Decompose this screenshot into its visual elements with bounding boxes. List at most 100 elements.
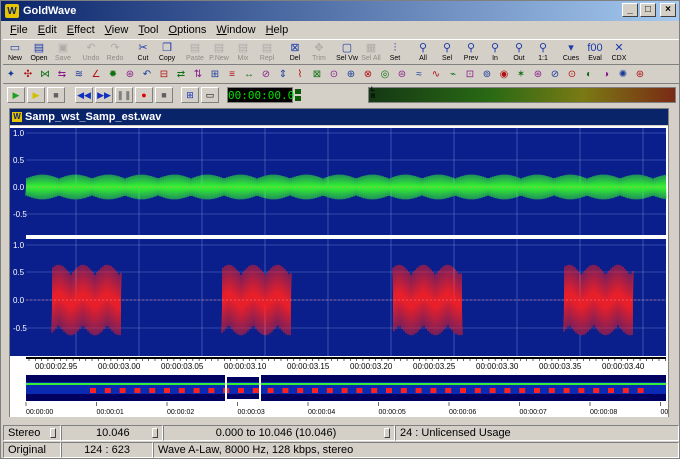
status-selection-knob[interactable]: [383, 428, 390, 438]
toolbar-all-button[interactable]: ⚲ All: [411, 40, 435, 66]
status-channels-knob[interactable]: [50, 428, 56, 438]
effect-6-icon[interactable]: ∠: [88, 67, 104, 83]
menu-help[interactable]: Help: [261, 24, 294, 36]
fast-forward-button[interactable]: ▶▶: [95, 87, 113, 103]
toolbar-cut-button[interactable]: ✂ Cut: [131, 40, 155, 66]
effect-23-icon[interactable]: ◎: [377, 67, 393, 83]
amplitude-label: 1.0: [13, 241, 25, 250]
toolbar-1-1-button[interactable]: ⚲ 1:1: [531, 40, 555, 66]
effect-34-icon[interactable]: ⊙: [564, 67, 580, 83]
effect-4-icon[interactable]: ⇆: [54, 67, 70, 83]
menu-effect[interactable]: Effect: [62, 24, 100, 36]
toolbar-sel-vw-button[interactable]: ▢ Sel Vw: [335, 40, 359, 66]
effect-22-icon[interactable]: ⊗: [360, 67, 376, 83]
effect-20-icon[interactable]: ⊙: [326, 67, 342, 83]
effect-2-icon[interactable]: ✣: [20, 67, 36, 83]
effect-8-icon[interactable]: ⊛: [122, 67, 138, 83]
toolbar-mix-button[interactable]: ▤ Mix: [231, 40, 255, 66]
effect-5-icon[interactable]: ≋: [71, 67, 87, 83]
effect-1-icon[interactable]: ✦: [3, 67, 19, 83]
toolbar-copy-button[interactable]: ❐ Copy: [155, 40, 179, 66]
overview-right-burst: [371, 388, 378, 393]
effect-24-icon[interactable]: ⊜: [394, 67, 410, 83]
toolbar-repl-button[interactable]: ▤ Repl: [255, 40, 279, 66]
status-length-knob[interactable]: [152, 428, 158, 438]
menu-options[interactable]: Options: [164, 24, 212, 36]
effect-13-icon[interactable]: ⊞: [207, 67, 223, 83]
toolbar-cues-button[interactable]: ▾ Cues: [559, 40, 583, 66]
status-selection-value: 0.000 to 10.046 (10.046): [215, 427, 337, 439]
effect-29-icon[interactable]: ⊚: [479, 67, 495, 83]
time-label: 00:00:03.40: [602, 362, 645, 371]
effect-35-icon[interactable]: ◐: [581, 67, 597, 83]
toolbar-p-new-button[interactable]: ▤ P.New: [207, 40, 231, 66]
effect-26-icon[interactable]: ∿: [428, 67, 444, 83]
toolbar-trim-button[interactable]: ✥ Trim: [307, 40, 331, 66]
toolbar-save-button[interactable]: ▣ Save: [51, 40, 75, 66]
effect-11-icon[interactable]: ⇄: [173, 67, 189, 83]
effect-27-icon[interactable]: ⌁: [445, 67, 461, 83]
sound-window-title-bar[interactable]: W Samp_wst_Samp_est.wav: [10, 109, 668, 125]
toolbar-in-button[interactable]: ⚲ In: [483, 40, 507, 66]
menu-window[interactable]: Window: [211, 24, 260, 36]
minimize-button[interactable]: _: [622, 3, 638, 17]
toolbar-redo-button[interactable]: ↷ Redo: [103, 40, 127, 66]
toolbar-set-button[interactable]: ⫶ Set: [383, 40, 407, 66]
toolbar-out-button[interactable]: ⚲ Out: [507, 40, 531, 66]
effect-19-icon[interactable]: ⊠: [309, 67, 325, 83]
effect-21-icon[interactable]: ⊕: [343, 67, 359, 83]
effect-9-icon[interactable]: ↶: [139, 67, 155, 83]
play-selection-icon: ▶: [32, 90, 40, 100]
effect-14-icon[interactable]: ≡: [224, 67, 240, 83]
menu-view[interactable]: View: [100, 24, 134, 36]
menu-file[interactable]: File: [5, 24, 33, 36]
control-properties-button[interactable]: ⊞: [181, 87, 199, 103]
toolbar-sel-all-button[interactable]: ▦ Sel All: [359, 40, 383, 66]
effect-37-icon[interactable]: ✺: [615, 67, 631, 83]
toolbar-button-label: Sel Vw: [336, 55, 358, 62]
rewind-button[interactable]: ◀◀: [75, 87, 93, 103]
effect-28-icon[interactable]: ⊡: [462, 67, 478, 83]
maximize-button[interactable]: □: [640, 3, 656, 17]
effect-3-icon[interactable]: ⋈: [37, 67, 53, 83]
effect-10-icon[interactable]: ⊟: [156, 67, 172, 83]
effect-32-icon[interactable]: ⊛: [530, 67, 546, 83]
stop-button[interactable]: ■: [47, 87, 65, 103]
effect-33-icon[interactable]: ⊘: [547, 67, 563, 83]
toolbar-sel-button[interactable]: ⚲ Sel: [435, 40, 459, 66]
pause-button[interactable]: ❚❚: [115, 87, 133, 103]
menu-tool[interactable]: Tool: [133, 24, 163, 36]
effect-31-icon[interactable]: ✶: [513, 67, 529, 83]
play-selection-button[interactable]: ▶: [27, 87, 45, 103]
toolbar-open-button[interactable]: ▤ Open: [27, 40, 51, 66]
effect-38-icon[interactable]: ⊛: [632, 67, 648, 83]
left-channel-area[interactable]: [26, 128, 666, 235]
effect-12-icon[interactable]: ⇅: [190, 67, 206, 83]
toolbar-new-button[interactable]: ▭ New: [3, 40, 27, 66]
effect-17-icon[interactable]: ⇕: [275, 67, 291, 83]
toolbar-undo-button[interactable]: ↶ Undo: [79, 40, 103, 66]
waveform-display[interactable]: 1.0 0.5 0.0 -0.5 1.0 0.5 0.0 -0.5 00:00:02.95 00:…: [10, 126, 668, 417]
effect-36-icon[interactable]: ◑: [598, 67, 614, 83]
toolbar-del-button[interactable]: ⊠ Del: [283, 40, 307, 66]
overview-right-burst: [489, 388, 496, 393]
effect-25-icon[interactable]: ≈: [411, 67, 427, 83]
effect-30-icon[interactable]: ◉: [496, 67, 512, 83]
toolbar-eval-button[interactable]: f00 Eval: [583, 40, 607, 66]
window-toggle-button[interactable]: ▭: [201, 87, 219, 103]
close-button[interactable]: ×: [660, 3, 676, 17]
effect-18-icon[interactable]: ⌇: [292, 67, 308, 83]
status-bar: Stereo 10.046 0.000 to 10.046 (10.046) 2…: [3, 425, 679, 459]
play-button[interactable]: ▶: [7, 87, 25, 103]
record-stop-button[interactable]: ■: [155, 87, 173, 103]
toolbar-prev-button[interactable]: ⚲ Prev: [459, 40, 483, 66]
record-button[interactable]: ●: [135, 87, 153, 103]
effect-16-icon[interactable]: ⊘: [258, 67, 274, 83]
toolbar-paste-button[interactable]: ▤ Paste: [183, 40, 207, 66]
menu-edit[interactable]: Edit: [33, 24, 62, 36]
title-bar[interactable]: W GoldWave _ □ ×: [1, 1, 679, 21]
toolbar-cdx-button[interactable]: ✕ CDX: [607, 40, 631, 66]
effect-15-icon[interactable]: ↔: [241, 67, 257, 83]
right-channel-area[interactable]: [26, 239, 666, 356]
effect-7-icon[interactable]: ✹: [105, 67, 121, 83]
